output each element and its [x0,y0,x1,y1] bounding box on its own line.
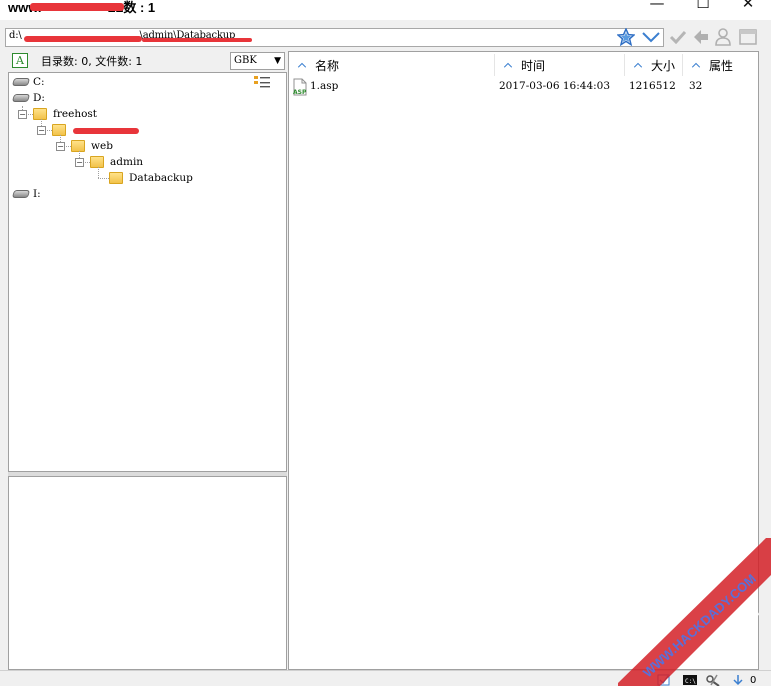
svg-text:C:\: C:\ [685,678,696,685]
left-panel: A 目录数: 0, 文件数: 1 GBK ▼ C: D: − freehost … [8,51,287,670]
collapse-toggle[interactable]: − [75,158,84,167]
tree-connector [98,178,109,179]
sort-ascending-icon [691,62,701,68]
column-header-name[interactable]: 名称 [289,54,495,76]
bottom-info-panel [8,476,287,670]
tree-node-web[interactable]: web [71,138,113,154]
back-arrow-icon[interactable] [690,27,712,47]
tree-node-drive-d[interactable]: D: [11,90,45,106]
chevron-down-icon: ▼ [274,56,281,66]
drive-icon [11,94,31,102]
file-time: 2017-03-06 16:44:03 [499,80,611,92]
tree-connector [41,119,42,126]
tree-label: Databackup [129,172,193,184]
star-icon[interactable] [615,27,637,47]
terminal-icon[interactable]: C:\ [682,674,698,686]
checkbox-icon[interactable] [656,674,672,686]
file-attr: 32 [689,80,703,92]
collapse-toggle[interactable]: − [56,142,65,151]
tree-redaction [73,128,139,134]
tree-label: I: [33,188,41,200]
path-redaction [24,36,142,42]
download-count: 0 [750,674,757,686]
asp-file-icon: ASP [293,78,307,96]
file-row[interactable]: ASP 1.asp 2017-03-06 16:44:03 1216512 32 [289,78,758,96]
close-button[interactable]: ✕ [733,0,763,12]
column-header-attr[interactable]: 属性 [683,54,758,76]
svg-text:ASP: ASP [293,89,307,96]
tree-label: web [91,140,113,152]
download-counter[interactable]: 0 [732,674,766,686]
sort-ascending-icon [297,62,307,68]
title-redaction [30,3,124,11]
window-icon[interactable] [737,27,759,47]
folder-icon [90,156,104,168]
column-label: 属性 [709,58,734,73]
column-label: 时间 [521,58,546,73]
tree-connector [79,151,80,158]
column-header-time[interactable]: 时间 [495,54,625,76]
chevron-down-icon[interactable] [640,27,662,47]
file-name: 1.asp [310,80,339,92]
left-panel-header: A 目录数: 0, 文件数: 1 GBK ▼ [8,51,287,71]
path-input[interactable]: d:\ \admin\Databackup [5,28,664,47]
tree-connector [98,167,99,178]
directory-tree[interactable]: C: D: − freehost − − web − admin Databac… [8,72,287,472]
tree-node-databackup[interactable]: Databackup [109,170,193,186]
list-view-icon[interactable] [254,76,270,88]
drive-icon [11,78,31,86]
path-start: d:\ [9,30,22,41]
tree-label: admin [110,156,144,168]
tree-node-drive-i[interactable]: I: [11,186,41,202]
column-label: 名称 [315,58,340,73]
encoding-select[interactable]: GBK ▼ [230,52,285,70]
open-folder-icon [109,172,123,184]
sort-ascending-icon [503,62,513,68]
encoding-value: GBK [234,55,257,66]
tools-icon[interactable] [705,674,721,686]
download-arrow-icon [733,675,743,686]
tree-connector [60,135,61,142]
tree-node-drive-c[interactable]: C: [11,74,45,90]
path-redaction-2 [142,38,252,42]
drive-icon [11,190,31,198]
file-size: 1216512 [629,80,676,92]
tree-label: D: [33,92,45,104]
status-bar: C:\ 0 [0,670,771,686]
folder-icon [71,140,85,152]
title-bar: www. LL数 : 1 — ☐ ✕ [0,0,771,20]
collapse-toggle[interactable]: − [18,110,27,119]
check-icon[interactable] [667,27,689,47]
user-icon[interactable] [712,27,734,47]
tree-label: freehost [53,108,98,120]
sort-ascending-icon [633,62,643,68]
maximize-button[interactable]: ☐ [688,0,718,12]
file-list-panel: 名称 时间 大小 属性 ASP 1.asp 2017-03-06 16:44:0… [288,51,759,670]
folder-icon [52,124,66,136]
collapse-toggle[interactable]: − [37,126,46,135]
dir-file-count: 目录数: 0, 文件数: 1 [41,55,143,68]
address-bar-row: d:\ \admin\Databackup [0,22,771,50]
tree-label: C: [33,76,45,88]
column-header-size[interactable]: 大小 [625,54,683,76]
minimize-button[interactable]: — [642,0,672,12]
a-text-icon[interactable]: A [12,53,28,68]
tree-node-freehost[interactable]: freehost [33,106,97,122]
column-label: 大小 [651,58,676,73]
folder-icon [33,108,47,120]
